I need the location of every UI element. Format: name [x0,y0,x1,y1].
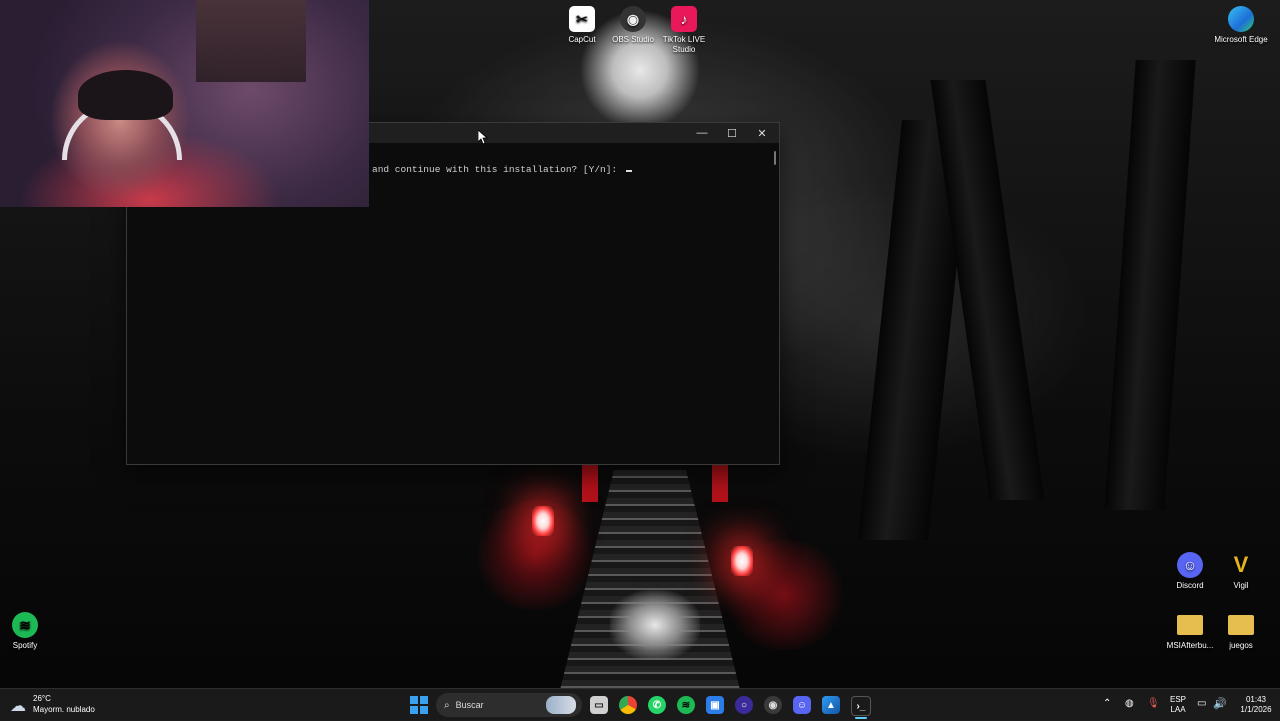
clock[interactable]: 01:43 1/1/2026 [1232,695,1280,715]
webcam-overlay [0,0,369,207]
terminal-prompt-line: and continue with this installation? [Y/… [372,164,632,175]
chrome-taskbar-icon[interactable] [619,696,637,714]
desktop-icon-label: CapCut [568,35,596,44]
chevron-up-icon[interactable]: ⌃ [1103,698,1111,709]
wallpaper-torii-gate [580,462,730,502]
webcam-background-poster [196,0,306,82]
weather-widget[interactable]: ☁ 26°C Mayorm. nublado [10,694,120,718]
spotify-icon: ≋ [12,612,38,638]
weather-temp: 26°C [33,694,51,703]
wallpaper-red-foliage [470,500,600,610]
weather-desc: Mayorm. nublado [33,705,95,714]
search-highlight-icon [546,696,576,714]
edge-icon [1228,6,1254,32]
store-taskbar-icon[interactable]: ▣ [706,696,724,714]
task-view-button[interactable]: ▭ [590,696,608,714]
windows-logo-icon-part [420,696,428,704]
desktop-icon-spotify[interactable]: ≋ Spotify [0,612,55,651]
minimize-button[interactable]: — [687,123,717,143]
photos-taskbar-icon[interactable]: ▲ [822,696,840,714]
windows-logo-icon-part [410,706,418,714]
search-placeholder: Buscar [455,700,484,710]
language-code: ESP [1169,695,1186,704]
desktop-icon-label: juegos [1229,641,1253,650]
microphone-icon[interactable]: 🎙 [1147,698,1160,709]
desktop-icon-label: TikTok LIVE Studio [662,35,706,54]
terminal-taskbar-icon[interactable]: ›_ [851,696,871,716]
language-indicator[interactable]: ESP LAA [1166,695,1190,715]
search-icon: ⌕ [444,699,450,711]
network-tray-icon[interactable]: ◍ [1125,698,1134,709]
clock-date: 1/1/2026 [1240,705,1272,714]
folder-icon [1177,615,1203,635]
windows-logo-icon-part [420,706,428,714]
cortana-taskbar-icon[interactable]: ○ [735,696,753,714]
clock-time: 01:43 [1245,695,1267,704]
maximize-button[interactable]: ☐ [717,123,747,143]
spotify-taskbar-icon[interactable]: ≋ [677,696,695,714]
wallpaper-red-foliage [720,540,850,650]
desktop-icon-label: Microsoft Edge [1214,35,1268,44]
obs-taskbar-icon[interactable]: ◉ [764,696,782,714]
text-cursor [625,170,632,172]
desktop-icon-juegos[interactable]: juegos [1211,612,1271,651]
whatsapp-taskbar-icon[interactable]: ✆ [648,696,666,714]
wallpaper-lantern [532,506,554,536]
desktop-icon-label: MSIAfterbu... [1166,641,1214,650]
terminal-scrollbar[interactable] [774,151,776,165]
wallpaper-lantern [731,546,753,576]
desktop-icon-vigil[interactable]: V Vigil [1211,552,1271,591]
terminal-active-indicator [855,717,867,719]
desktop-icon-label: Vigil [1233,581,1249,590]
close-button[interactable]: ✕ [747,123,777,143]
folder-icon [1228,615,1254,635]
windows-logo-icon [410,696,418,704]
volume-icon[interactable]: 🔊 [1213,697,1227,710]
display-icon[interactable]: ▭ [1197,698,1206,709]
wallpaper-stairs [560,470,740,690]
search-input[interactable]: ⌕ Buscar [436,693,582,717]
terminal-prompt-text: and continue with this installation? [Y/… [372,164,623,175]
keyboard-layout: LAA [1170,705,1186,714]
wallpaper-puddle [610,590,700,660]
capcut-icon: ✂ [569,6,595,32]
obs-icon: ◉ [620,6,646,32]
mouse-pointer-icon [478,130,488,145]
desktop-icon-label: OBS Studio [612,35,654,44]
wallpaper-tree-trunk [1104,60,1196,510]
tiktok-icon: ♪ [671,6,697,32]
start-button[interactable] [410,696,428,714]
wallpaper-tree-trunk [930,80,1045,500]
webcam-person [78,70,173,120]
vigil-icon: V [1233,552,1249,577]
wallpaper-tree-trunk [857,120,973,540]
desktop-icon-label: Spotify [12,641,38,650]
desktop-icon-microsoft-edge[interactable]: Microsoft Edge [1211,6,1271,45]
taskbar: ☁ 26°C Mayorm. nublado ⌕ Buscar ▭ ✆ ≋ ▣ … [0,688,1280,721]
discord-icon: ☺ [1177,552,1203,578]
cloud-sun-icon: ☁ [10,698,26,715]
desktop-icon-label: Discord [1176,581,1204,590]
desktop-icon-tiktok-live-studio[interactable]: ♪ TikTok LIVE Studio [654,6,714,55]
discord-taskbar-icon[interactable]: ☺ [793,696,811,714]
